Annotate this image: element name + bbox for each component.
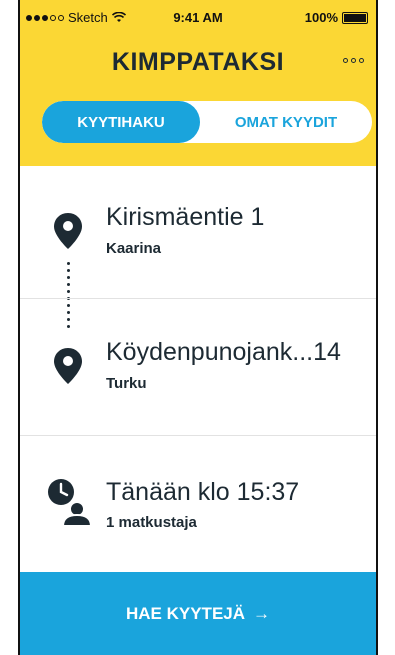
status-bar: Sketch 9:41 AM 100% bbox=[20, 0, 376, 36]
tab-kyytihaku[interactable]: KYYTIHAKU bbox=[42, 101, 200, 143]
from-street: Kirismäentie 1 bbox=[106, 203, 265, 231]
search-rides-button[interactable]: HAE KYYTEJÄ → bbox=[20, 572, 376, 655]
segmented-control: KYYTIHAKU OMAT KYYDIT bbox=[42, 101, 372, 143]
battery-label: 100% bbox=[304, 10, 338, 25]
tab-omat-kyydit[interactable]: OMAT KYYDIT bbox=[200, 101, 372, 143]
battery-icon bbox=[342, 11, 368, 24]
location-pin-icon bbox=[54, 213, 82, 249]
passenger-count: 1 matkustaja bbox=[106, 514, 197, 531]
divider bbox=[20, 298, 376, 299]
location-pin-icon bbox=[54, 348, 82, 384]
to-street: Köydenpunojank...14 bbox=[106, 338, 341, 366]
header: Sketch 9:41 AM 100% KIMPPATAKSI KYYTIHAK… bbox=[20, 0, 376, 166]
clock-passenger-icon bbox=[48, 479, 93, 527]
departure-time: Tänään klo 15:37 bbox=[106, 478, 300, 506]
more-icon[interactable] bbox=[343, 58, 364, 63]
arrow-right-icon: → bbox=[253, 603, 271, 623]
status-right: 100% bbox=[305, 10, 368, 25]
divider bbox=[20, 435, 376, 436]
to-city: Turku bbox=[106, 375, 147, 392]
search-rides-label: HAE KYYTEJÄ bbox=[125, 603, 246, 623]
app-title: KIMPPATAKSI bbox=[111, 48, 285, 76]
from-city: Kaarina bbox=[106, 240, 162, 257]
route-connector bbox=[67, 262, 71, 332]
phone-screen: Sketch 9:41 AM 100% KIMPPATAKSI KYYTIHAK… bbox=[18, 0, 378, 655]
